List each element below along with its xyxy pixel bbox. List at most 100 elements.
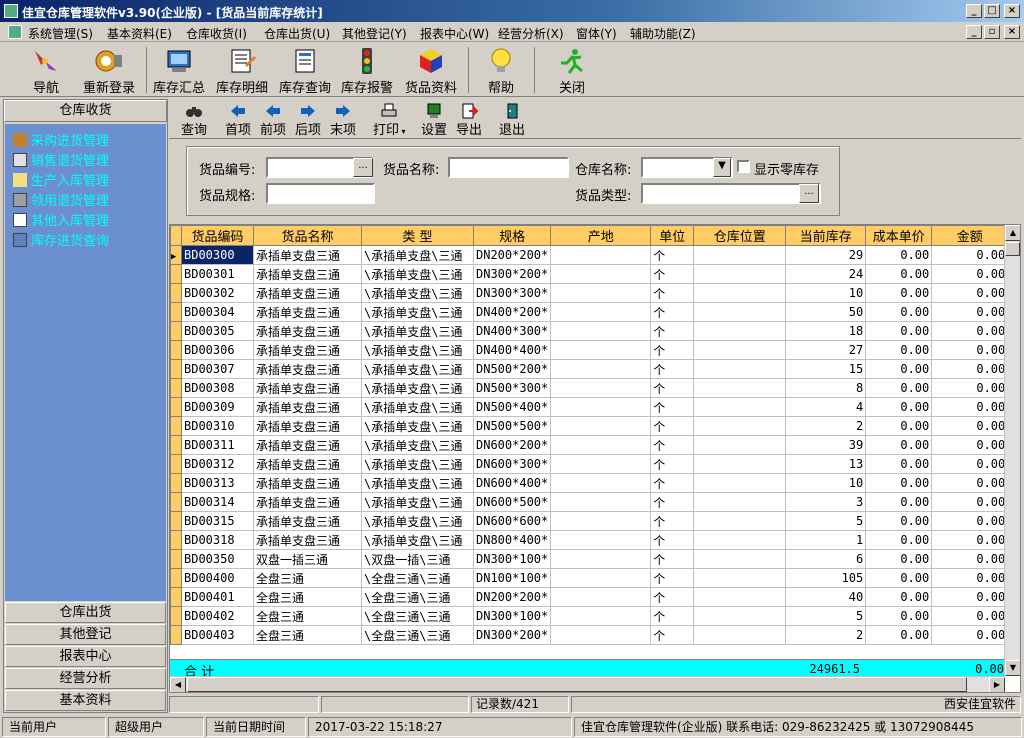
print-button[interactable]: 打印 ▾ (373, 103, 406, 138)
cell-origin[interactable] (550, 321, 652, 341)
prev-button[interactable]: 前项 (260, 103, 286, 138)
cell-amount[interactable]: 0.00 (931, 378, 1009, 398)
row-indicator[interactable] (170, 435, 182, 455)
column-header-location[interactable]: 仓库位置 (693, 225, 787, 246)
cell-stock[interactable]: 15 (785, 359, 867, 379)
mdi-minimize-button[interactable]: _ (966, 25, 982, 39)
inventory-query-button[interactable]: 库存查询 (276, 45, 334, 96)
cell-unit[interactable]: 个 (650, 416, 695, 436)
column-header-unit-cost[interactable]: 成本单价 (865, 225, 933, 246)
cell-code[interactable]: BD00300 (181, 245, 254, 265)
cell-amount[interactable]: 0.00 (931, 625, 1009, 645)
cell-origin[interactable] (550, 587, 652, 607)
cell-amount[interactable]: 0.00 (931, 340, 1009, 360)
cell-type[interactable]: \全盘三通\三通 (361, 625, 474, 645)
cell-spec[interactable]: DN600*600* (472, 511, 552, 531)
cell-amount[interactable]: 0.00 (931, 264, 1009, 284)
cell-spec[interactable]: DN200*200* (472, 245, 552, 265)
cell-amount[interactable]: 0.00 (931, 568, 1009, 588)
sidebar-item-purchase[interactable]: 采购进货管理 (13, 130, 109, 149)
cell-name[interactable]: 全盘三通 (253, 568, 362, 588)
cell-name[interactable]: 全盘三通 (253, 606, 362, 626)
cell-location[interactable] (693, 587, 787, 607)
cell-code[interactable]: BD00301 (181, 264, 254, 284)
cell-name[interactable]: 承插单支盘三通 (253, 264, 362, 284)
goods-name-input[interactable] (448, 157, 569, 178)
cell-stock[interactable]: 10 (785, 283, 867, 303)
cell-name[interactable]: 承插单支盘三通 (253, 454, 362, 474)
cell-unit[interactable]: 个 (650, 530, 695, 550)
cell-code[interactable]: BD00318 (181, 530, 254, 550)
cell-type[interactable]: \承插单支盘\三通 (361, 473, 474, 493)
cell-name[interactable]: 全盘三通 (253, 625, 362, 645)
cell-location[interactable] (693, 454, 787, 474)
table-row[interactable]: BD00308 承插单支盘三通 \承插单支盘\三通 DN500*300* 个 8 0.00 0… (170, 378, 1009, 398)
cell-stock[interactable]: 39 (785, 435, 867, 455)
row-indicator[interactable] (170, 378, 182, 398)
cell-unit[interactable]: 个 (650, 549, 695, 569)
row-indicator[interactable] (170, 492, 182, 512)
cell-name[interactable]: 承插单支盘三通 (253, 397, 362, 417)
row-indicator[interactable] (170, 340, 182, 360)
row-indicator[interactable] (170, 397, 182, 417)
cell-amount[interactable]: 0.00 (931, 416, 1009, 436)
cell-location[interactable] (693, 283, 787, 303)
cell-location[interactable] (693, 568, 787, 588)
cell-stock[interactable]: 105 (785, 568, 867, 588)
cell-amount[interactable]: 0.00 (931, 397, 1009, 417)
sidebar-section-basic[interactable]: 基本资料 (5, 690, 166, 711)
table-row[interactable]: BD00402 全盘三通 \全盘三通\三通 DN300*100* 个 5 0.00 0.00 (170, 606, 1009, 626)
row-indicator[interactable] (170, 549, 182, 569)
vertical-scrollbar[interactable]: ▲ ▼ (1004, 225, 1020, 676)
sidebar-item-inbound-query[interactable]: 库存进货查询 (13, 230, 109, 249)
goods-data-button[interactable]: 货品资料 (402, 45, 460, 96)
table-row[interactable]: BD00315 承插单支盘三通 \承插单支盘\三通 DN600*600* 个 5 0.00 0… (170, 511, 1009, 531)
cell-unit[interactable]: 个 (650, 454, 695, 474)
sidebar-section-other[interactable]: 其他登记 (5, 624, 166, 645)
cell-unit-cost[interactable]: 0.00 (865, 568, 933, 588)
cell-type[interactable]: \承插单支盘\三通 (361, 359, 474, 379)
cell-unit-cost[interactable]: 0.00 (865, 492, 933, 512)
cell-type[interactable]: \承插单支盘\三通 (361, 492, 474, 512)
minimize-button[interactable]: _ (966, 4, 982, 18)
next-button[interactable]: 后项 (295, 103, 321, 138)
table-row[interactable]: BD00350 双盘一插三通 \双盘一插\三通 DN300*100* 个 6 0.00 0.0… (170, 549, 1009, 569)
cell-unit-cost[interactable]: 0.00 (865, 378, 933, 398)
first-button[interactable]: 首项 (225, 103, 251, 138)
table-row[interactable]: BD00305 承插单支盘三通 \承插单支盘\三通 DN400*300* 个 18 0.00… (170, 321, 1009, 341)
cell-unit[interactable]: 个 (650, 397, 695, 417)
cell-stock[interactable]: 40 (785, 587, 867, 607)
menu-system[interactable]: 系统管理(S) (28, 25, 93, 42)
cell-unit[interactable]: 个 (650, 568, 695, 588)
cell-origin[interactable] (550, 435, 652, 455)
row-indicator[interactable] (170, 416, 182, 436)
cell-unit-cost[interactable]: 0.00 (865, 283, 933, 303)
cell-code[interactable]: BD00401 (181, 587, 254, 607)
mdi-close-button[interactable]: × (1004, 25, 1020, 39)
cell-origin[interactable] (550, 302, 652, 322)
export-button[interactable]: 导出 (456, 103, 482, 138)
settings-button[interactable]: 设置 (421, 103, 447, 138)
table-row[interactable]: BD00306 承插单支盘三通 \承插单支盘\三通 DN400*400* 个 27 0.00… (170, 340, 1009, 360)
current-row-indicator[interactable]: ▶ (170, 245, 182, 265)
horizontal-scroll-thumb[interactable] (187, 677, 967, 692)
cell-spec[interactable]: DN100*100* (472, 568, 552, 588)
cell-type[interactable]: \全盘三通\三通 (361, 606, 474, 626)
cell-amount[interactable]: 0.00 (931, 435, 1009, 455)
cell-unit[interactable]: 个 (650, 264, 695, 284)
cell-origin[interactable] (550, 359, 652, 379)
window-close-button[interactable]: × (1004, 4, 1020, 18)
sidebar-item-requisition[interactable]: 领用退货管理 (13, 190, 109, 209)
menu-receiving[interactable]: 仓库收货(I) (186, 25, 247, 42)
cell-unit-cost[interactable]: 0.00 (865, 435, 933, 455)
menu-analysis[interactable]: 经营分析(X) (498, 25, 564, 42)
cell-code[interactable]: BD00400 (181, 568, 254, 588)
cell-origin[interactable] (550, 511, 652, 531)
cell-unit-cost[interactable]: 0.00 (865, 340, 933, 360)
cell-spec[interactable]: DN400*400* (472, 340, 552, 360)
cell-unit[interactable]: 个 (650, 321, 695, 341)
cell-code[interactable]: BD00304 (181, 302, 254, 322)
cell-stock[interactable]: 2 (785, 416, 867, 436)
cell-code[interactable]: BD00307 (181, 359, 254, 379)
cell-unit[interactable]: 个 (650, 492, 695, 512)
